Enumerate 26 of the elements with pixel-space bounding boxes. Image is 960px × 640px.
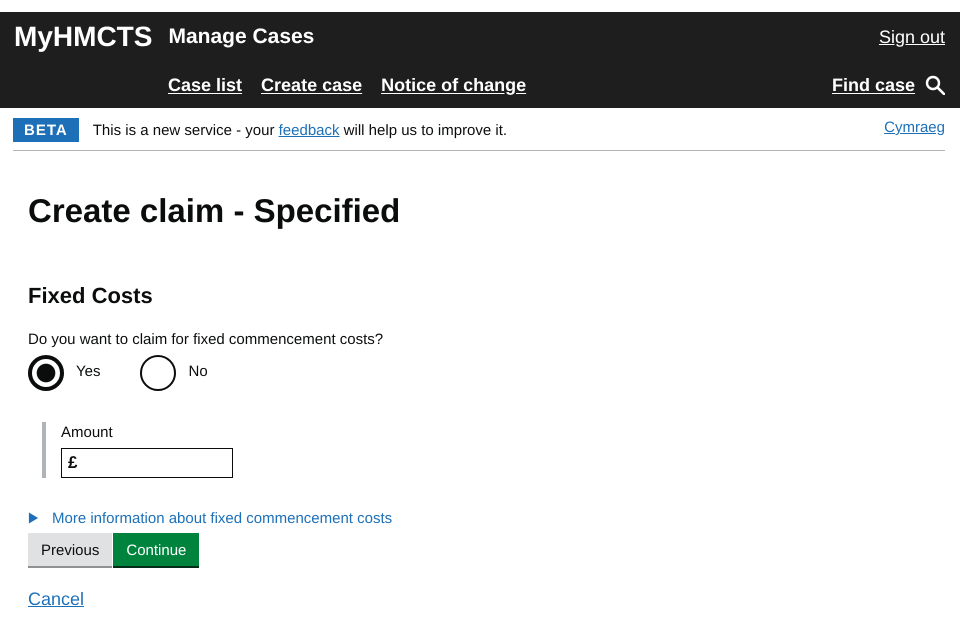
details-summary-link[interactable]: More information about fixed commencement costs	[52, 510, 392, 527]
amount-label: Amount	[61, 424, 113, 442]
find-case-link[interactable]: Find case	[832, 74, 915, 96]
question-label: Do you want to claim for fixed commencement costs?	[28, 330, 384, 349]
page-title: Create claim - Specified	[28, 191, 402, 231]
language-link[interactable]: Cymraeg	[884, 119, 945, 136]
beta-banner-text: This is a new service - your feedback will help us to improve it.	[92, 122, 508, 138]
section-title: Fixed Costs	[28, 282, 154, 309]
search-icon[interactable]	[925, 75, 945, 95]
cancel-link[interactable]: Cancel	[28, 588, 84, 610]
radio-label[interactable]: No	[188, 363, 208, 380]
nav-link[interactable]: Notice of change	[381, 74, 526, 96]
feedback-link[interactable]: feedback	[278, 122, 340, 138]
continue-button[interactable]: Continue	[113, 532, 200, 566]
previous-button[interactable]: Previous	[28, 532, 112, 566]
nav-link[interactable]: Create case	[261, 74, 362, 96]
triangle-right-icon[interactable]	[28, 512, 39, 524]
amount-field[interactable]: £	[61, 448, 233, 478]
service-name: Manage Cases	[168, 25, 314, 49]
logo-text: MyHMCTS	[14, 21, 152, 53]
radio-button[interactable]	[28, 354, 64, 391]
beta-tag: BETA	[13, 118, 79, 142]
radio-label[interactable]: Yes	[76, 363, 100, 380]
sign-out-link[interactable]: Sign out	[878, 26, 945, 48]
radio-button[interactable]	[140, 354, 176, 391]
nav-link[interactable]: Case list	[168, 74, 242, 96]
